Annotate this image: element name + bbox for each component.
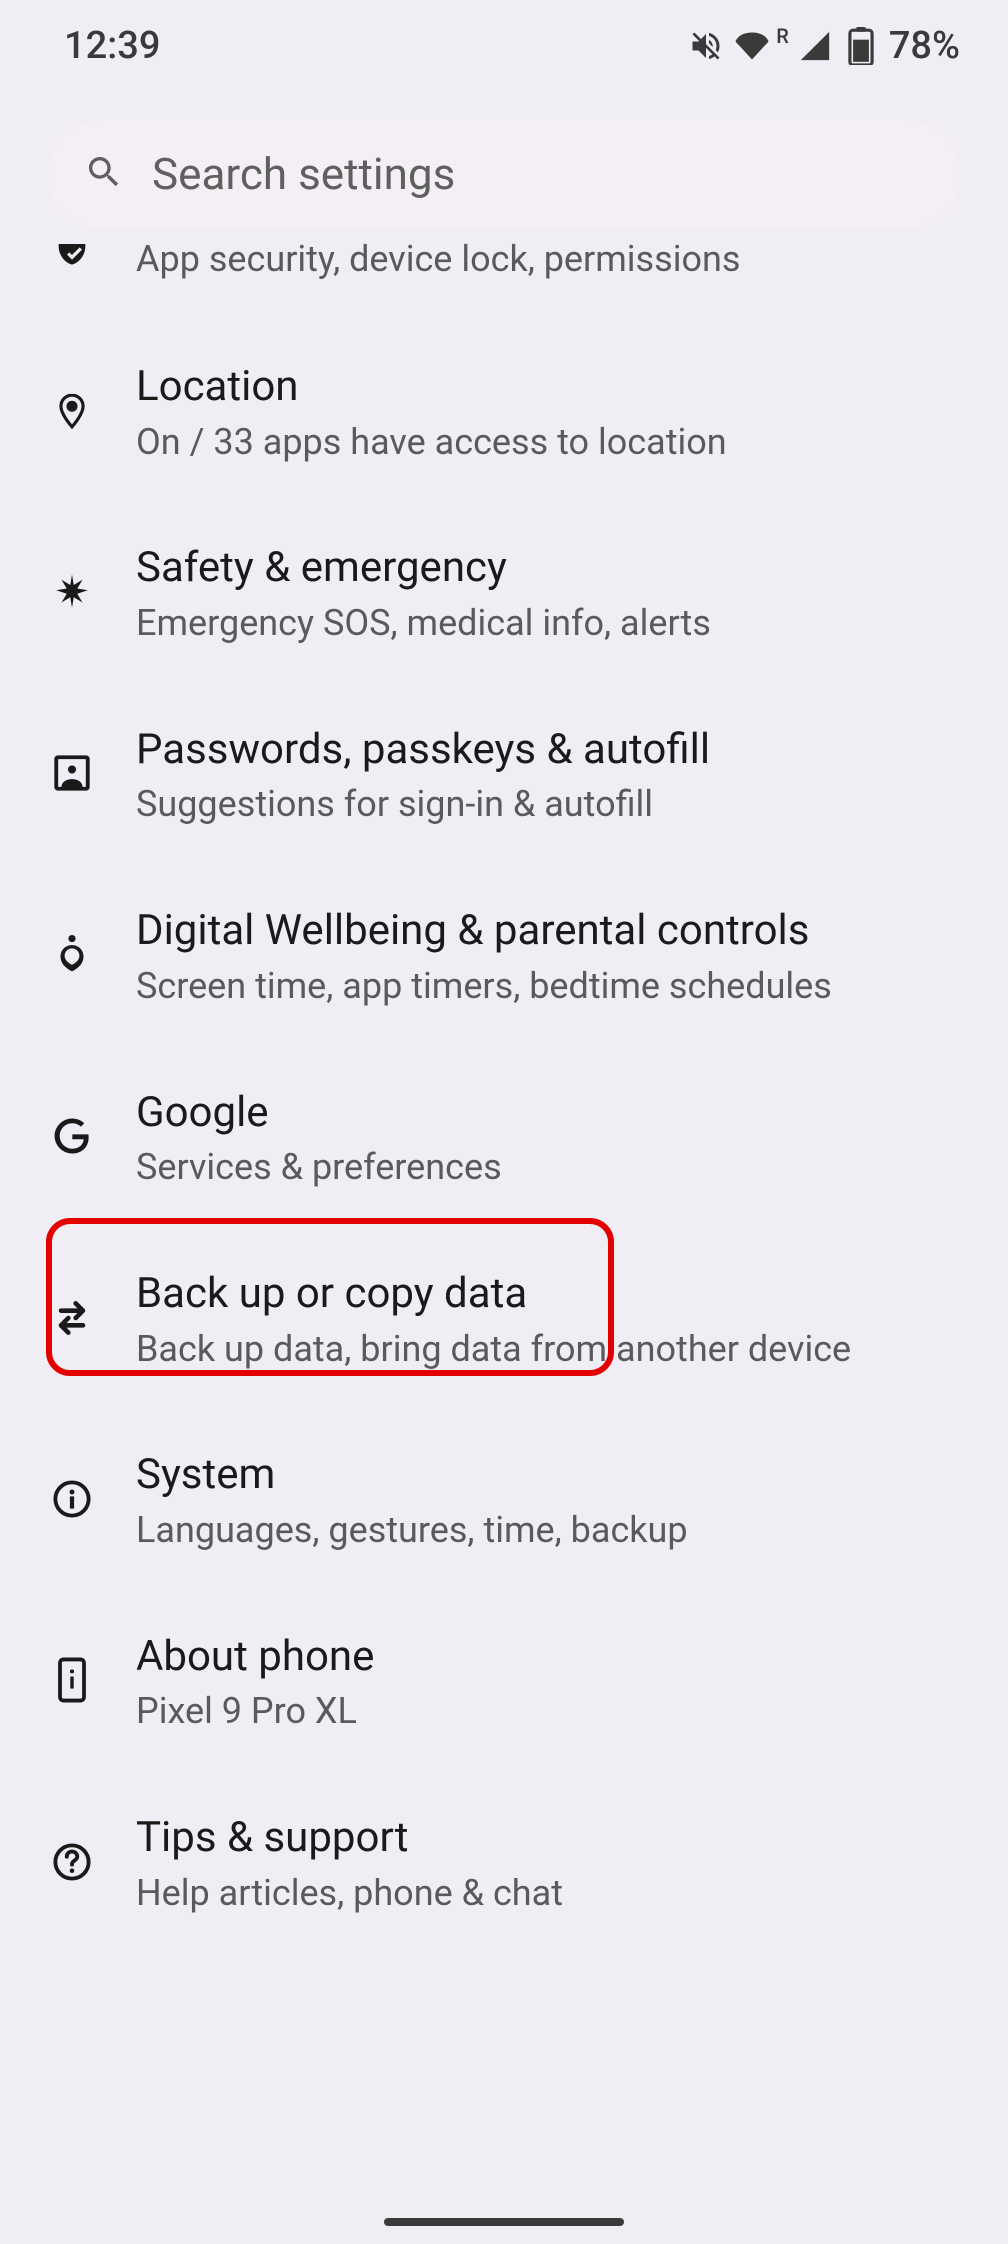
- info-icon: [51, 1478, 93, 1524]
- item-subtitle: Back up data, bring data from another de…: [136, 1326, 851, 1373]
- status-time: 12:39: [64, 24, 160, 68]
- home-indicator[interactable]: [384, 2218, 624, 2226]
- settings-item-system[interactable]: System Languages, gestures, time, backup: [0, 1410, 1008, 1591]
- google-icon: [51, 1115, 93, 1161]
- item-title: Location: [136, 360, 727, 415]
- item-title: Back up or copy data: [136, 1267, 851, 1322]
- person-box-icon: [51, 752, 93, 798]
- location-icon: [53, 388, 91, 438]
- item-subtitle: Services & preferences: [136, 1144, 502, 1191]
- settings-list: App security, device lock, permissions L…: [0, 228, 1008, 1955]
- item-title: Digital Wellbeing & parental controls: [136, 904, 832, 959]
- asterisk-icon: [51, 571, 93, 617]
- item-title: Google: [136, 1086, 502, 1141]
- settings-item-google[interactable]: Google Services & preferences: [0, 1048, 1008, 1229]
- settings-item-security[interactable]: App security, device lock, permissions: [0, 228, 1008, 322]
- settings-item-tips[interactable]: Tips & support Help articles, phone & ch…: [0, 1773, 1008, 1954]
- settings-item-backup[interactable]: Back up or copy data Back up data, bring…: [0, 1229, 1008, 1410]
- item-title: Passwords, passkeys & autofill: [136, 723, 710, 778]
- battery-icon: [843, 28, 879, 64]
- roaming-label: R: [776, 24, 789, 48]
- item-subtitle: Screen time, app timers, bedtime schedul…: [136, 963, 832, 1010]
- sync-arrows-icon: [50, 1299, 94, 1341]
- digital-wellbeing-icon: [52, 932, 92, 982]
- phone-info-icon: [56, 1656, 88, 1708]
- search-icon: [84, 152, 124, 196]
- settings-item-passwords[interactable]: Passwords, passkeys & autofill Suggestio…: [0, 685, 1008, 866]
- item-title: System: [136, 1448, 688, 1503]
- signal-icon: [797, 28, 833, 64]
- item-subtitle: Pixel 9 Pro XL: [136, 1688, 374, 1735]
- status-right: R 78%: [688, 24, 960, 68]
- wifi-icon: [734, 28, 770, 64]
- settings-item-location[interactable]: Location On / 33 apps have access to loc…: [0, 322, 1008, 503]
- item-title: Safety & emergency: [136, 541, 711, 596]
- item-title: About phone: [136, 1630, 374, 1685]
- search-placeholder: Search settings: [152, 148, 455, 200]
- item-subtitle: Suggestions for sign-in & autofill: [136, 781, 710, 828]
- settings-item-safety[interactable]: Safety & emergency Emergency SOS, medica…: [0, 503, 1008, 684]
- mute-icon: [688, 28, 724, 64]
- shield-icon: [52, 244, 92, 276]
- item-subtitle: On / 33 apps have access to location: [136, 419, 727, 466]
- settings-item-wellbeing[interactable]: Digital Wellbeing & parental controls Sc…: [0, 866, 1008, 1047]
- item-subtitle: Help articles, phone & chat: [136, 1870, 563, 1917]
- help-icon: [51, 1841, 93, 1887]
- item-subtitle: App security, device lock, permissions: [136, 236, 740, 283]
- item-subtitle: Emergency SOS, medical info, alerts: [136, 600, 711, 647]
- search-bar[interactable]: Search settings: [48, 120, 960, 228]
- battery-text: 78%: [889, 24, 960, 68]
- item-title: Tips & support: [136, 1811, 563, 1866]
- item-subtitle: Languages, gestures, time, backup: [136, 1507, 688, 1554]
- status-bar: 12:39 R 78%: [0, 0, 1008, 80]
- settings-item-about[interactable]: About phone Pixel 9 Pro XL: [0, 1592, 1008, 1773]
